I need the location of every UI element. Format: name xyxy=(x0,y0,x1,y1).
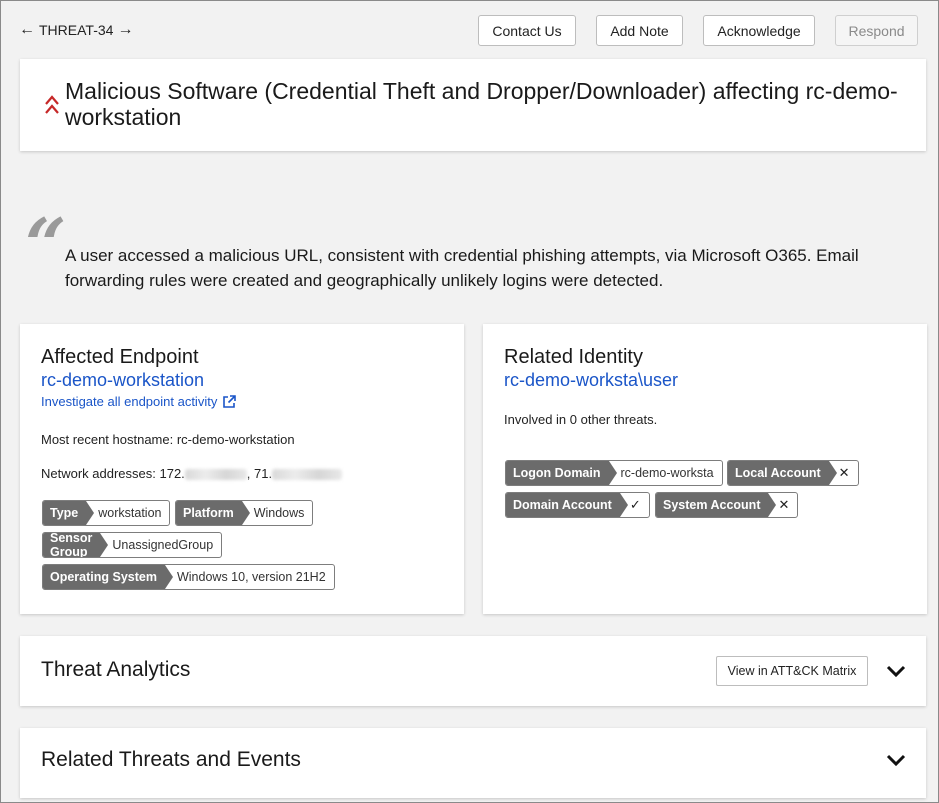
tag-value: UnassignedGroup xyxy=(112,538,214,552)
related-threats-title: Related Threats and Events xyxy=(41,748,301,771)
investigate-endpoint-link[interactable]: Investigate all endpoint activity xyxy=(41,394,237,409)
tag-key: Operating System xyxy=(43,565,173,589)
network-label: Network addresses: 172. xyxy=(41,466,185,481)
threat-title-card: Malicious Software (Credential Theft and… xyxy=(20,59,926,151)
threat-navigator: ← THREAT-34 → xyxy=(19,22,133,39)
involved-threats-text: Involved in 0 other threats. xyxy=(504,412,658,427)
tag-system-account: System Account ✕ xyxy=(655,492,799,518)
network-addresses: Network addresses: 172. , 71. xyxy=(41,466,343,481)
cross-icon: ✕ xyxy=(778,497,790,512)
redacted-ip-2 xyxy=(272,469,343,481)
tag-logon-domain: Logon Domain rc-demo-worksta xyxy=(505,460,723,486)
redacted-ip-1 xyxy=(184,469,247,481)
threat-id: THREAT-34 xyxy=(39,22,114,38)
contact-us-button[interactable]: Contact Us xyxy=(478,15,576,46)
tag-value: rc-demo-worksta xyxy=(620,466,714,480)
add-note-button[interactable]: Add Note xyxy=(596,15,683,46)
tag-platform: Platform Windows xyxy=(175,500,314,526)
external-link-icon xyxy=(223,394,237,408)
tag-key: Sensor Group xyxy=(43,533,109,557)
affected-endpoint-card: Affected Endpoint rc-demo-workstation In… xyxy=(20,324,464,614)
tag-key: Type xyxy=(43,501,95,525)
check-icon: ✓ xyxy=(629,497,641,512)
tag-key: Local Account xyxy=(728,461,837,485)
related-threats-section[interactable]: Related Threats and Events xyxy=(20,728,926,798)
previous-threat-arrow-icon[interactable]: ← xyxy=(19,22,35,38)
threat-analytics-title: Threat Analytics xyxy=(41,658,191,681)
next-threat-arrow-icon[interactable]: → xyxy=(117,22,133,38)
tag-key: Logon Domain xyxy=(506,461,616,485)
threat-summary: A user accessed a malicious URL, consist… xyxy=(65,246,859,290)
top-bar: ← THREAT-34 → Contact Us Add Note Acknow… xyxy=(19,15,920,47)
tag-sensor-group: Sensor Group UnassignedGroup xyxy=(42,532,223,558)
identity-name-link[interactable]: rc-demo-worksta\user xyxy=(504,369,678,391)
cross-icon: ✕ xyxy=(838,465,850,480)
tag-local-account: Local Account ✕ xyxy=(727,460,859,486)
respond-button[interactable]: Respond xyxy=(835,15,918,46)
acknowledge-button[interactable]: Acknowledge xyxy=(703,15,815,46)
double-chevron-up-icon xyxy=(45,95,59,114)
chevron-down-icon[interactable] xyxy=(886,664,906,678)
tag-value: workstation xyxy=(98,506,162,520)
related-identity-card: Related Identity rc-demo-worksta\user In… xyxy=(483,324,927,614)
tag-value: Windows xyxy=(253,506,305,520)
view-attack-matrix-button[interactable]: View in ATT&CK Matrix xyxy=(716,656,868,686)
tag-value: Windows 10, version 21H2 xyxy=(176,570,326,584)
endpoint-heading: Affected Endpoint xyxy=(41,346,199,368)
tag-domain-account: Domain Account ✓ xyxy=(505,492,650,518)
endpoint-name-link[interactable]: rc-demo-workstation xyxy=(41,369,236,391)
tag-type: Type workstation xyxy=(42,500,171,526)
identity-heading: Related Identity xyxy=(504,346,643,368)
tag-key: System Account xyxy=(656,493,778,517)
quote-icon: “ xyxy=(25,202,67,287)
tag-key: Domain Account xyxy=(506,493,628,517)
tag-key: Platform xyxy=(176,501,250,525)
hostname-text: Most recent hostname: rc-demo-workstatio… xyxy=(41,432,295,447)
threat-analytics-section[interactable]: Threat Analytics View in ATT&CK Matrix xyxy=(20,636,926,706)
network-separator: , 71. xyxy=(246,466,273,481)
threat-title: Malicious Software (Credential Theft and… xyxy=(65,78,898,130)
chevron-down-icon[interactable] xyxy=(886,753,906,767)
tag-operating-system: Operating System Windows 10, version 21H… xyxy=(42,564,335,590)
investigate-link-label: Investigate all endpoint activity xyxy=(41,394,218,409)
